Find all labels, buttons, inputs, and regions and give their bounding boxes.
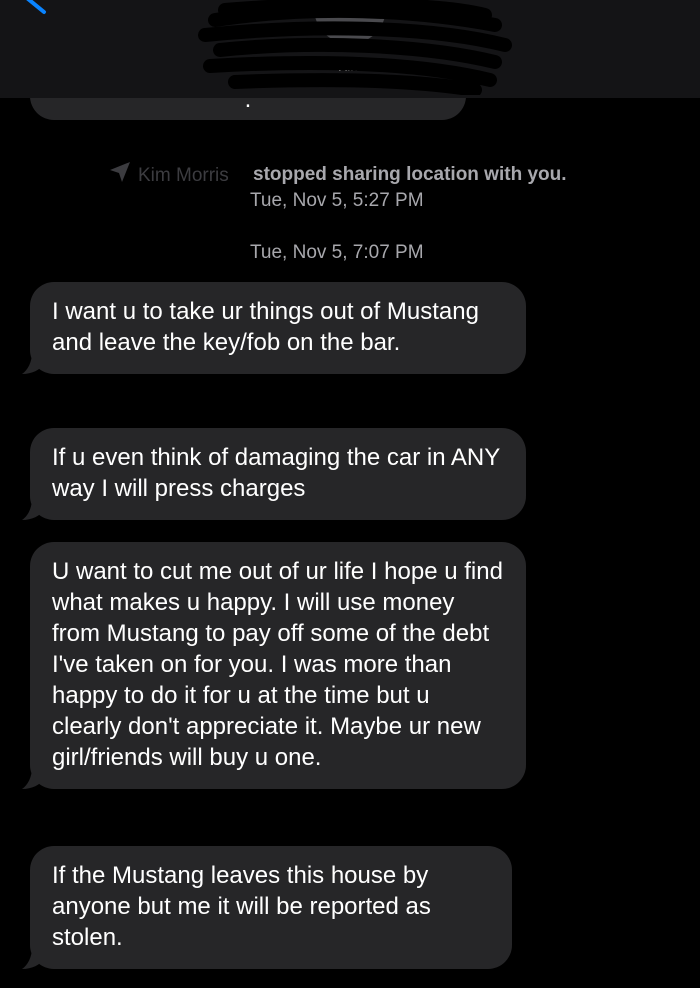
message-bubble[interactable]: If the Mustang leaves this house by anyo… xyxy=(22,846,512,969)
bubble-tail xyxy=(22,947,44,969)
conversation-header: KM Kim xyxy=(0,0,700,98)
message-bubble[interactable]: U want to cut me out of ur life I hope u… xyxy=(22,542,526,789)
message-text: I want u to take ur things out of Mustan… xyxy=(52,298,479,356)
bubble-tail xyxy=(22,352,44,374)
back-chevron-icon[interactable] xyxy=(18,0,58,18)
message-bubble[interactable]: I want u to take ur things out of Mustan… xyxy=(22,282,526,374)
bubble-tail xyxy=(22,767,44,789)
conversation-timestamp: Tue, Nov 5, 7:07 PM xyxy=(250,242,424,263)
message-text: If u even think of damaging the car in A… xyxy=(52,444,500,502)
redaction-scribble xyxy=(198,0,512,95)
bubble-tail xyxy=(22,498,44,520)
message-bubble[interactable]: If u even think of damaging the car in A… xyxy=(22,428,526,520)
location-status: stopped sharing location with you. xyxy=(253,164,567,185)
location-arrow-icon xyxy=(110,162,130,182)
message-text: If the Mustang leaves this house by anyo… xyxy=(52,862,431,951)
location-status-time: Tue, Nov 5, 5:27 PM xyxy=(250,190,424,211)
message-text: U want to cut me out of ur life I hope u… xyxy=(52,558,503,771)
redacted-contact-name: Kim Morris xyxy=(138,165,229,186)
